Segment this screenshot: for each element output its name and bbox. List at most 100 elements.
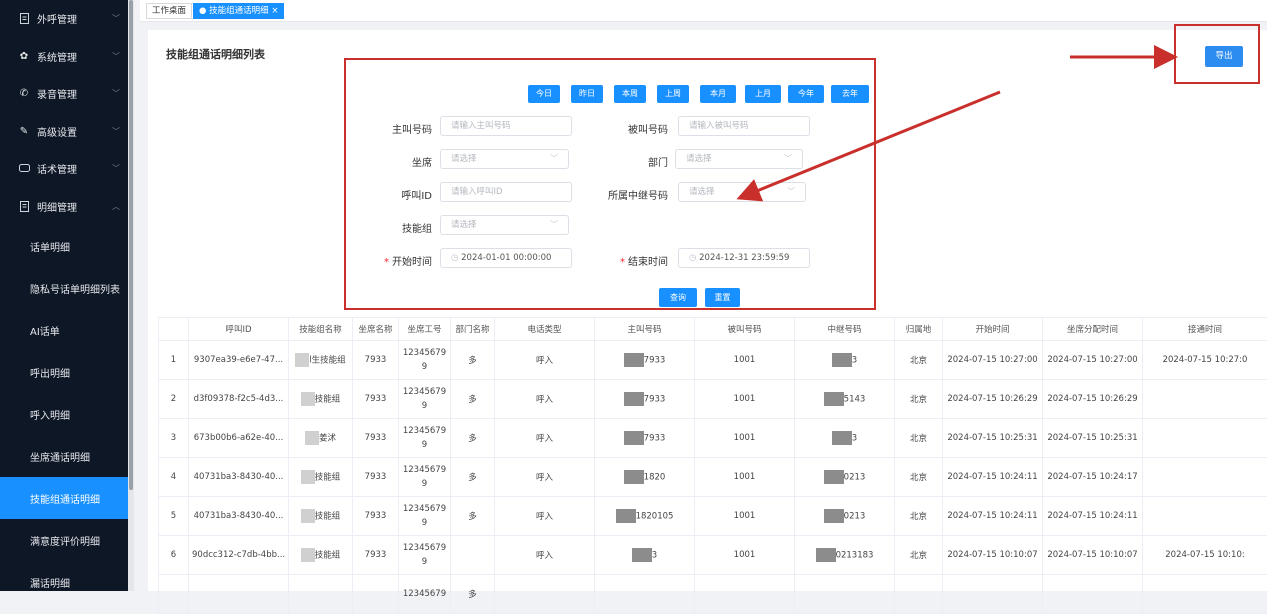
header-cell[interactable]: 被叫号码 [695, 318, 795, 341]
cell-trunk [795, 575, 895, 614]
cell-text: 多 [468, 434, 477, 444]
sub-outbound-detail[interactable]: 呼出明细 [0, 351, 128, 393]
redacted-mark [301, 392, 315, 406]
table-row[interactable]: 690dcc312-c7db-4bb...技能组793312345679 9呼入… [159, 536, 1267, 575]
header-cell[interactable]: 主叫号码 [595, 318, 695, 341]
menu-script[interactable]: 话术管理﹀ [0, 150, 128, 188]
detail-table: 呼叫ID 技能组名称 坐席名称 坐席工号 部门名称 电话类型 主叫号码 被叫号码… [158, 317, 1267, 614]
sub-skill-detail[interactable]: 技能组通话明细 [0, 477, 128, 519]
cell-text: 多 [468, 512, 477, 522]
menu-system[interactable]: ✿系统管理﹀ [0, 38, 128, 76]
table-row[interactable]: 540731ba3-8430-40...技能组793312345679 9多呼入… [159, 497, 1267, 536]
cell-text: 7933 [365, 433, 387, 443]
tab-skill-detail[interactable]: ● 技能组通话明细 × [193, 3, 284, 19]
cell-conn [1143, 575, 1267, 614]
sub-ai-detail[interactable]: AI话单 [0, 309, 128, 351]
cell-n: 5 [159, 497, 189, 536]
redacted-mark [832, 431, 852, 445]
cell-text: 1001 [734, 472, 756, 482]
cell-loc: 北京 [895, 341, 943, 380]
table-row[interactable]: 12345679多 [159, 575, 1267, 614]
sub-missed-detail[interactable]: 漏话明细 [0, 561, 128, 591]
cell-text: 1001 [734, 394, 756, 404]
cell-text: 呼入 [536, 551, 553, 561]
menu-detail[interactable]: 明细管理︿ [0, 188, 128, 226]
menu-label: 录音管理 [37, 86, 77, 101]
cell-agent: 7933 [353, 497, 399, 536]
table-row[interactable]: 2d3f09378-f2c5-4d3...技能组793312345679 9多呼… [159, 380, 1267, 419]
cell-text: 2024-07-15 10:24:11 [947, 511, 1037, 521]
header-cell[interactable]: 技能组名称 [289, 318, 353, 341]
cell-trunk: 5143 [795, 380, 895, 419]
cell-text: 0213 [844, 512, 866, 522]
cell-text: 5143 [844, 395, 866, 405]
cell-text: 12345679 9 [403, 426, 446, 450]
header-cell[interactable]: 归属地 [895, 318, 943, 341]
table-row[interactable]: 19307ea39-e6e7-47...l生技能组793312345679 9多… [159, 341, 1267, 380]
cell-text: 2024-07-15 10:27:0 [1163, 355, 1248, 365]
table-row[interactable]: 440731ba3-8430-40...技能组793312345679 9多呼入… [159, 458, 1267, 497]
cell-text: 1001 [734, 433, 756, 443]
sidebar-scrollbar[interactable] [129, 0, 133, 490]
table-row[interactable]: 3673b00b6-a62e-40...姜沭793312345679 9多呼入7… [159, 419, 1267, 458]
cell-text: 北京 [910, 551, 927, 561]
cell-text: 0213183 [836, 551, 874, 561]
cell-text: 3 [852, 356, 857, 366]
cell-callee: 1001 [695, 536, 795, 575]
cell-text: 姜沭 [319, 434, 336, 444]
cell-text: 多 [468, 395, 477, 405]
header-cell[interactable]: 呼叫ID [189, 318, 289, 341]
cell-n: 6 [159, 536, 189, 575]
cell-text: 技能组 [315, 551, 341, 561]
sub-privacy-detail[interactable]: 隐私号话单明细列表 [0, 267, 128, 309]
header-cell[interactable]: 坐席名称 [353, 318, 399, 341]
header-cell[interactable]: 坐席分配时间 [1043, 318, 1143, 341]
redacted-mark [305, 431, 319, 445]
redacted-mark [624, 392, 644, 406]
cell-text: 2024-07-15 10:26:29 [947, 394, 1037, 404]
redacted-mark [301, 470, 315, 484]
cell-text: 技能组 [315, 395, 341, 405]
sub-satisfaction-detail[interactable]: 满意度评价明细 [0, 519, 128, 561]
redacted-mark [301, 509, 315, 523]
menu-recording[interactable]: ✆录音管理﹀ [0, 75, 128, 113]
header-cell[interactable]: 接通时间 [1143, 318, 1267, 341]
cell-text: 2024-07-15 10:25:31 [1047, 433, 1137, 443]
close-icon[interactable]: × [271, 6, 278, 16]
tab-home[interactable]: 工作桌面 [146, 3, 192, 19]
header-cell[interactable]: 部门名称 [451, 318, 495, 341]
cell-trunk: 0213183 [795, 536, 895, 575]
cell-text: 2024-07-15 10:10:07 [1047, 550, 1137, 560]
menu-label: 外呼管理 [37, 11, 77, 26]
menu-label: 明细管理 [37, 199, 77, 214]
cell-text: 12345679 9 [403, 504, 446, 528]
header-cell[interactable]: 电话类型 [495, 318, 595, 341]
sub-call-detail[interactable]: 话单明细 [0, 225, 128, 267]
cell-text: 2024-07-15 10:27:00 [1047, 355, 1137, 365]
header-cell[interactable]: 坐席工号 [399, 318, 451, 341]
cell-callee: 1001 [695, 380, 795, 419]
cell-type: 呼入 [495, 419, 595, 458]
cell-n: 1 [159, 341, 189, 380]
cell-text: 2024-07-15 10:27:00 [947, 355, 1037, 365]
menu-outbound[interactable]: 外呼管理﹀ [0, 0, 128, 38]
cell-conn [1143, 419, 1267, 458]
cell-text: 7933 [644, 356, 666, 366]
cell-text: 1820 [644, 473, 666, 483]
redacted-mark [624, 353, 644, 367]
cell-conn [1143, 380, 1267, 419]
cell-start [943, 575, 1043, 614]
header-cell [159, 318, 189, 341]
cell-skill: 技能组 [289, 458, 353, 497]
cell-text: 0213 [844, 473, 866, 483]
header-cell[interactable]: 开始时间 [943, 318, 1043, 341]
header-cell[interactable]: 中继号码 [795, 318, 895, 341]
sub-agent-detail[interactable]: 坐席通话明细 [0, 435, 128, 477]
redacted-mark [824, 509, 844, 523]
sub-inbound-detail[interactable]: 呼入明细 [0, 393, 128, 435]
cell-text: 12345679 9 [403, 387, 446, 411]
menu-advanced[interactable]: ✎高级设置﹀ [0, 113, 128, 151]
cell-loc: 北京 [895, 380, 943, 419]
pen-icon: ✎ [18, 125, 30, 137]
cell-caller: 7933 [595, 380, 695, 419]
